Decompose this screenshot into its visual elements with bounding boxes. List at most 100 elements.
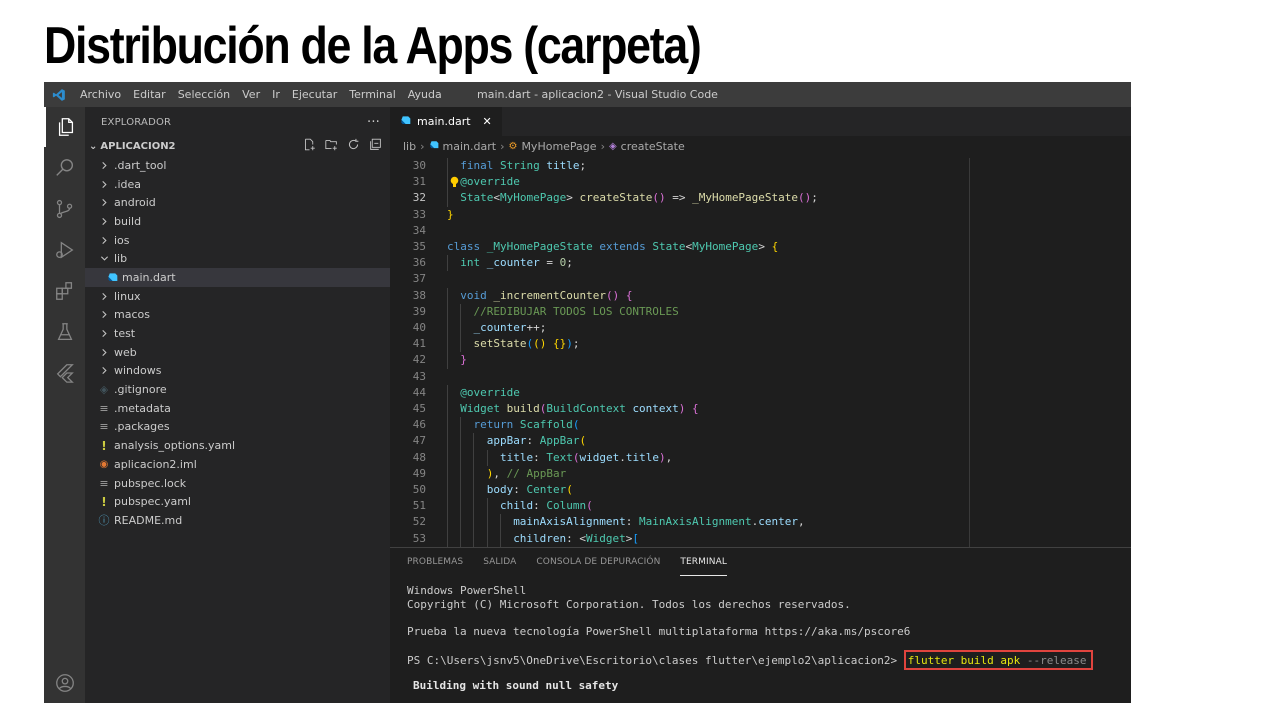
- menu-item[interactable]: Ayuda: [402, 82, 448, 107]
- tree-item-label: test: [114, 327, 136, 341]
- code-token: Widget: [586, 531, 626, 545]
- code-token: :: [533, 499, 547, 513]
- panel-tab-consola-de-depuraci-n[interactable]: CONSOLA DE DEPURACIÓN: [536, 548, 660, 576]
- code-token: State: [460, 191, 494, 205]
- chevron-right-icon: [97, 348, 111, 357]
- menu-item[interactable]: Ir: [266, 82, 286, 107]
- tree-folder[interactable]: ios: [85, 231, 390, 250]
- indent-guide: [447, 303, 448, 320]
- indent-guide: [499, 514, 501, 531]
- breadcrumb-file[interactable]: main.dart: [443, 140, 497, 153]
- panel-tab-problemas[interactable]: PROBLEMAS: [407, 548, 463, 576]
- code-token: () {: [605, 288, 633, 302]
- indent-guide: [447, 417, 448, 434]
- source-control-icon[interactable]: [44, 189, 85, 229]
- tree-file[interactable]: main.dart: [85, 268, 390, 287]
- iml-file-icon: ◉: [99, 458, 109, 470]
- panel-tab-salida[interactable]: SALIDA: [483, 548, 516, 576]
- indent-guide: [486, 514, 488, 531]
- breadcrumb-folder[interactable]: lib: [403, 140, 416, 153]
- account-icon[interactable]: [44, 663, 85, 703]
- code-token: MyHomePage: [499, 191, 567, 205]
- indent-guide: [447, 255, 448, 272]
- tree-folder[interactable]: web: [85, 343, 390, 362]
- extensions-icon[interactable]: [44, 271, 85, 311]
- menu-bar: Archivo Editar Selección Ver Ir Ejecutar Termi…: [74, 82, 448, 107]
- tree-file[interactable]: ⓘ README.md: [85, 511, 390, 530]
- breadcrumb-class[interactable]: MyHomePage: [521, 140, 596, 153]
- refresh-icon[interactable]: [347, 138, 360, 154]
- code-token: extends: [599, 240, 653, 253]
- code-token: _MyHomePageState: [486, 240, 600, 253]
- menu-item[interactable]: Ver: [236, 82, 266, 107]
- line-number: 31: [412, 175, 426, 189]
- tree-file[interactable]: ◈ .gitignore: [85, 380, 390, 399]
- project-header[interactable]: ⌄ APLICACION2: [85, 137, 390, 155]
- tree-file[interactable]: ! pubspec.yaml: [85, 492, 390, 511]
- code-token: children: [513, 531, 567, 545]
- tree-file[interactable]: ! analysis_options.yaml: [85, 436, 390, 455]
- tree-folder[interactable]: build: [85, 212, 390, 231]
- code-token: MainAxisAlignment: [639, 515, 752, 529]
- indent-guide: [447, 465, 448, 482]
- tree-folder[interactable]: linux: [85, 287, 390, 306]
- menu-item[interactable]: Ejecutar: [286, 82, 343, 107]
- code-token: title: [625, 450, 659, 464]
- tree-file[interactable]: ≡ .packages: [85, 418, 390, 437]
- code-token: void: [460, 288, 494, 302]
- chevron-right-icon: ›: [420, 139, 425, 153]
- more-actions-icon[interactable]: ···: [367, 115, 380, 130]
- collapse-all-icon[interactable]: [369, 138, 382, 154]
- code-token: ++;: [526, 321, 547, 334]
- menu-item[interactable]: Archivo: [74, 82, 127, 107]
- code-token: ): [658, 450, 666, 464]
- code-token: State: [652, 240, 686, 253]
- code-token: body: [486, 483, 514, 496]
- code-token: Center: [526, 483, 567, 496]
- breadcrumb-method[interactable]: createState: [621, 140, 685, 153]
- indent-guide: [447, 174, 448, 191]
- close-tab-icon[interactable]: ✕: [483, 115, 492, 128]
- tree-folder[interactable]: macos: [85, 306, 390, 325]
- code-line: 33}: [390, 207, 1131, 223]
- indent-guide: [447, 449, 448, 466]
- indent-guide: [473, 482, 475, 499]
- code-editor[interactable]: 30 final String title; 31 @override 32 State<…: [390, 158, 1131, 547]
- panel-tab-terminal[interactable]: TERMINAL: [680, 548, 727, 576]
- tree-folder[interactable]: test: [85, 324, 390, 343]
- tree-folder[interactable]: .dart_tool: [85, 156, 390, 175]
- chevron-right-icon: [97, 180, 111, 189]
- tree-file[interactable]: ≡ .metadata: [85, 399, 390, 418]
- code-line: 30 final String title;: [390, 158, 1131, 175]
- indent-guide: [447, 482, 448, 499]
- menu-item[interactable]: Editar: [127, 82, 172, 107]
- yaml-file-icon: !: [101, 494, 107, 509]
- testing-icon[interactable]: [44, 312, 85, 352]
- run-debug-icon[interactable]: [44, 230, 85, 270]
- menu-item[interactable]: Selección: [172, 82, 236, 107]
- tree-item-label: pubspec.yaml: [114, 495, 191, 509]
- chevron-right-icon: ›: [500, 139, 505, 153]
- tree-folder[interactable]: windows: [85, 362, 390, 381]
- new-file-icon[interactable]: [303, 138, 316, 154]
- tree-folder[interactable]: android: [85, 193, 390, 212]
- indent-guide: [447, 530, 448, 547]
- tree-folder[interactable]: lib: [85, 249, 390, 268]
- tree-file[interactable]: ≡ pubspec.lock: [85, 474, 390, 493]
- tab-main-dart[interactable]: main.dart ✕: [390, 107, 502, 136]
- chevron-right-icon: [97, 292, 111, 301]
- tree-file[interactable]: ◉ aplicacion2.iml: [85, 455, 390, 474]
- line-number: 51: [412, 499, 426, 513]
- menu-item[interactable]: Terminal: [343, 82, 402, 107]
- chevron-right-icon: [97, 329, 111, 338]
- explorer-icon[interactable]: [44, 107, 85, 147]
- indent-guide: [447, 433, 448, 450]
- code-token: }: [460, 353, 467, 367]
- code-line: 47 appBar: AppBar(: [390, 433, 1131, 450]
- search-icon[interactable]: [44, 148, 85, 188]
- code-line: 50 body: Center(: [390, 482, 1131, 499]
- terminal-output[interactable]: Windows PowerShell Copyright (C) Microso…: [407, 584, 1121, 692]
- new-folder-icon[interactable]: [325, 138, 338, 154]
- tree-folder[interactable]: .idea: [85, 175, 390, 194]
- flutter-icon[interactable]: [44, 353, 85, 393]
